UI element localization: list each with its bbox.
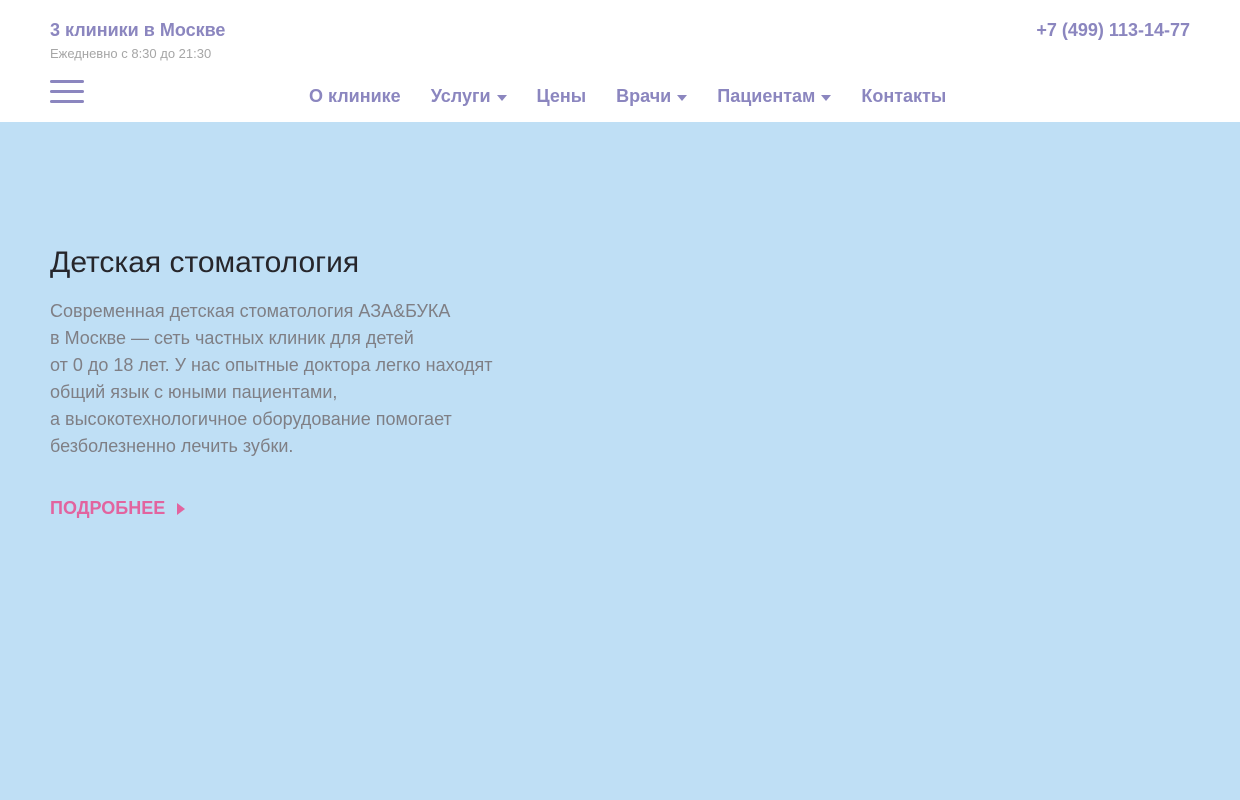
nav-item-label: Контакты bbox=[861, 86, 947, 106]
nav-item-doctors[interactable]: Врачи bbox=[616, 86, 688, 107]
nav-item-label: Врачи bbox=[616, 86, 672, 106]
nav-item-label: Цены bbox=[536, 86, 587, 106]
hero-description-line: общий язык с юными пациентами, bbox=[50, 382, 338, 402]
burger-line bbox=[50, 80, 84, 83]
hero-description: Современная детская стоматология АЗА&БУК… bbox=[50, 298, 520, 460]
more-button[interactable]: ПОДРОБНЕЕ bbox=[50, 498, 186, 519]
nav-item-about[interactable]: О клинике bbox=[309, 86, 401, 107]
phone-link[interactable]: +7 (499) 113-14-77 bbox=[1036, 20, 1190, 41]
nav-item-label: Пациентам bbox=[717, 86, 816, 106]
hero-description-line: безболезненно лечить зубки. bbox=[50, 436, 294, 456]
hamburger-menu-icon[interactable] bbox=[50, 80, 84, 104]
main-nav: О клинике Услуги Цены Врачи Пациентам Ко… bbox=[309, 86, 946, 107]
caret-down-icon bbox=[821, 94, 832, 101]
site-header: 3 клиники в Москве Ежедневно с 8:30 до 2… bbox=[0, 0, 1240, 122]
caret-down-icon bbox=[677, 94, 688, 101]
more-button-label: ПОДРОБНЕЕ bbox=[50, 498, 166, 518]
nav-item-patients[interactable]: Пациентам bbox=[717, 86, 832, 107]
hero-description-line: от 0 до 18 лет. У нас опытные доктора ле… bbox=[50, 355, 493, 375]
hero-description-line: в Москве — сеть частных клиник для детей bbox=[50, 328, 414, 348]
nav-item-label: О клинике bbox=[309, 86, 401, 106]
burger-line bbox=[50, 90, 84, 93]
burger-line bbox=[50, 100, 84, 103]
caret-down-icon bbox=[496, 94, 507, 101]
nav-item-prices[interactable]: Цены bbox=[537, 86, 587, 107]
nav-item-label: Услуги bbox=[430, 86, 491, 106]
hero-description-line: а высокотехнологичное оборудование помог… bbox=[50, 409, 452, 429]
clinics-title[interactable]: 3 клиники в Москве bbox=[50, 20, 225, 41]
hero-section: Детская стоматология Современная детская… bbox=[0, 122, 1240, 800]
working-hours: Ежедневно с 8:30 до 21:30 bbox=[50, 46, 212, 61]
arrow-right-icon bbox=[177, 502, 186, 515]
hero-description-line: Современная детская стоматология АЗА&БУК… bbox=[50, 301, 451, 321]
nav-item-services[interactable]: Услуги bbox=[431, 86, 507, 107]
hero-title: Детская стоматология bbox=[50, 246, 360, 279]
nav-item-contacts[interactable]: Контакты bbox=[861, 86, 946, 107]
